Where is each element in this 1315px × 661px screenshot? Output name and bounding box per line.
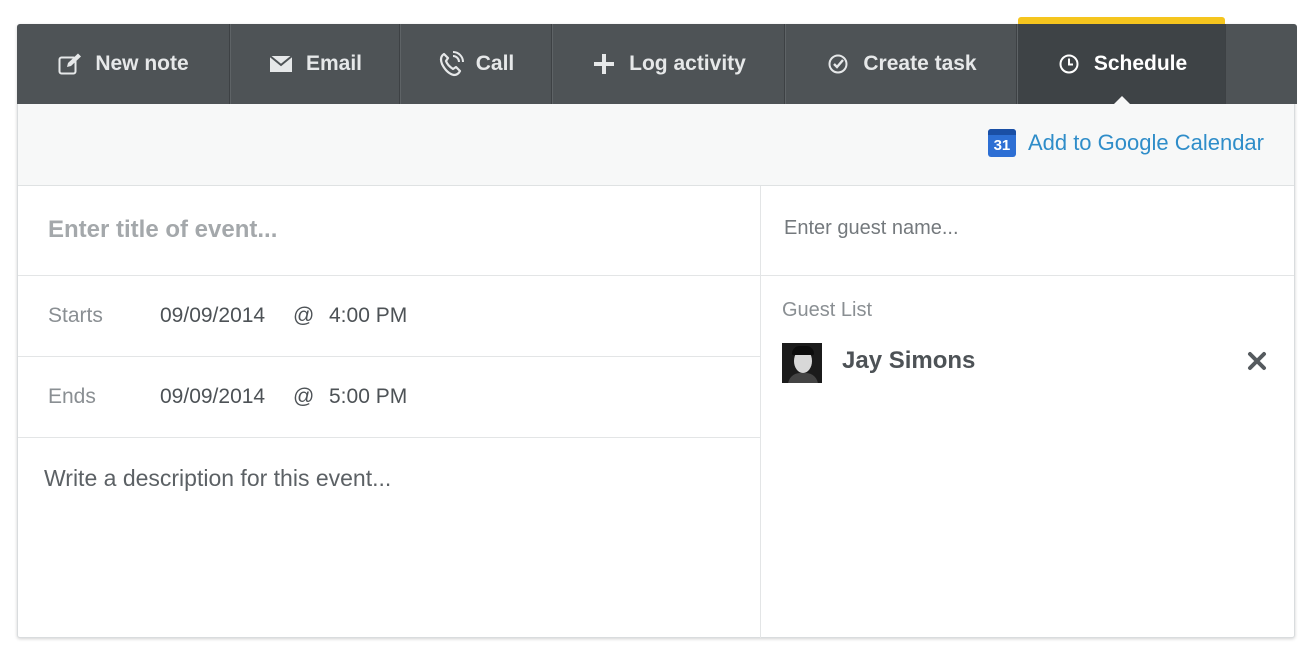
guest-name: Jay Simons: [842, 347, 976, 374]
check-circle-icon: [825, 53, 851, 75]
guest-panel: Guest List Jay Simons: [761, 186, 1294, 638]
guest-divider: [761, 275, 1294, 276]
tab-call[interactable]: Call: [400, 24, 552, 104]
clock-icon: [1056, 53, 1082, 75]
tab-log-activity-label: Log activity: [629, 52, 746, 75]
ends-label: Ends: [48, 385, 96, 408]
plus-icon: [591, 53, 617, 75]
google-calendar-icon: 31: [987, 129, 1016, 157]
tab-new-note-label: New note: [95, 52, 189, 75]
ends-at-sign: @: [293, 385, 315, 408]
event-details: Starts 09/09/2014 @ 4:00 PM Ends 09/09/2…: [18, 186, 761, 638]
starts-time[interactable]: 4:00 PM: [329, 304, 407, 328]
envelope-icon: [268, 55, 294, 73]
tab-create-task[interactable]: Create task: [785, 24, 1017, 104]
close-icon: [1248, 352, 1266, 370]
starts-at-sign: @: [293, 304, 315, 327]
description-area: [18, 438, 761, 638]
add-to-google-calendar-label: Add to Google Calendar: [1027, 130, 1264, 155]
activity-panel: New note Email Call Log activity Create …: [17, 17, 1297, 638]
google-calendar-icon-day: 31: [993, 136, 1011, 154]
guest-name-input[interactable]: [784, 217, 1264, 240]
calendar-bar: 31 Add to Google Calendar: [18, 104, 1294, 186]
tab-call-label: Call: [475, 52, 515, 75]
tab-create-task-label: Create task: [863, 52, 977, 75]
guest-list-label: Guest List: [782, 299, 873, 321]
ends-row: Ends 09/09/2014 @ 5:00 PM: [18, 357, 761, 438]
ends-date[interactable]: 09/09/2014: [160, 385, 265, 409]
ends-time[interactable]: 5:00 PM: [329, 385, 407, 409]
edit-icon: [57, 53, 83, 75]
event-title-input[interactable]: [48, 216, 728, 244]
remove-guest-button[interactable]: [1245, 349, 1269, 373]
starts-label: Starts: [48, 304, 103, 327]
activity-tab-bar: New note Email Call Log activity Create …: [17, 17, 1297, 104]
phone-icon: [438, 51, 464, 77]
add-to-google-calendar-link[interactable]: 31 Add to Google Calendar: [987, 129, 1264, 157]
tab-new-note[interactable]: New note: [17, 24, 230, 104]
event-title-row: [18, 186, 761, 276]
starts-row: Starts 09/09/2014 @ 4:00 PM: [18, 276, 761, 357]
starts-date[interactable]: 09/09/2014: [160, 304, 265, 328]
tab-schedule-label: Schedule: [1093, 52, 1188, 75]
tab-email-label: Email: [305, 52, 363, 75]
tab-log-activity[interactable]: Log activity: [552, 24, 785, 104]
tab-email[interactable]: Email: [230, 24, 400, 104]
avatar: [782, 343, 822, 383]
guest-list-item: Jay Simons: [782, 343, 1269, 383]
tab-schedule[interactable]: Schedule: [1017, 17, 1226, 104]
event-description-input[interactable]: [44, 465, 734, 615]
